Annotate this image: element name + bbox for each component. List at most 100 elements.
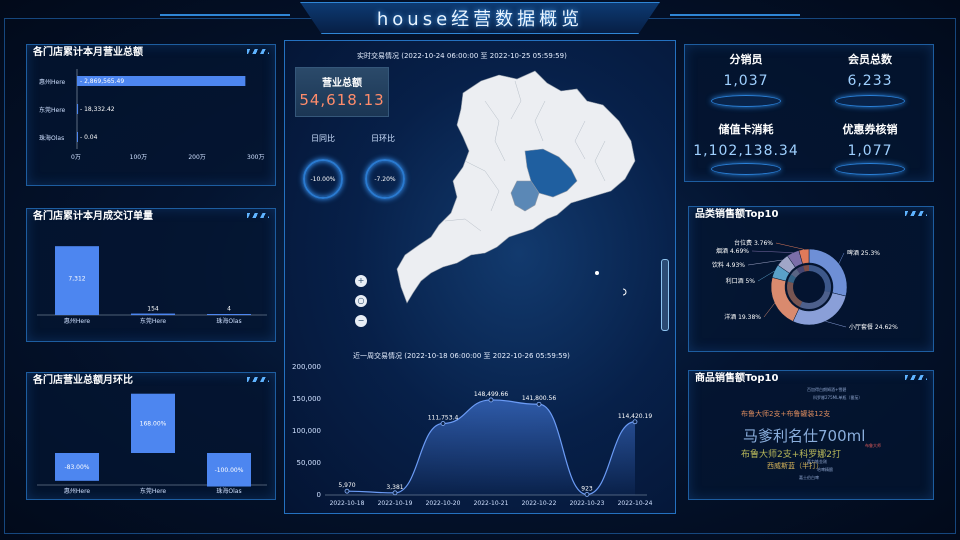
revenue-chart: 惠州Here - 2,869,565.49 东莞Here - 18,332.42 珠海O… xyxy=(39,69,264,161)
x-tick-label: 2022-10-21 xyxy=(474,500,509,507)
word-cloud-item: 科罗娜275ML单瓶（番茄） xyxy=(813,395,863,400)
member-count-value: 6,233 xyxy=(847,73,893,89)
stats-panel: 分销员 1,037 会员总数 6,233 储值卡消耗 1,102,138.34 … xyxy=(684,44,934,182)
data-label: 111,753.4 xyxy=(428,414,459,421)
data-label: 3,381 xyxy=(386,484,403,491)
bar-value-label: 168.00% xyxy=(140,420,167,427)
bar-value-label: 154 xyxy=(147,305,159,312)
category-label: 惠州Here xyxy=(39,78,66,86)
sales-count-value: 1,037 xyxy=(723,73,769,89)
week-trend-chart: 0 50,000 100,000 150,000 200,000 5,970 2022-10… xyxy=(292,363,653,507)
x-tick-label: 0万 xyxy=(71,154,81,161)
donut-slice xyxy=(792,292,847,326)
y-tick-label: 100,000 xyxy=(292,427,321,435)
orders-panel: 各门店累计本月成交订单量 7,312 惠州Here 154 东莞Here 4 珠海Olas xyxy=(26,208,276,342)
x-tick-label: 100万 xyxy=(130,154,147,161)
bar xyxy=(77,132,78,142)
y-tick-label: 200,000 xyxy=(292,363,321,371)
data-point xyxy=(344,488,350,494)
y-tick-label: 0 xyxy=(317,491,321,499)
pedestal-icon xyxy=(835,163,905,175)
label-leader-line xyxy=(775,242,804,250)
pedestal-icon xyxy=(711,163,781,175)
category-label: 珠海Olas xyxy=(39,134,64,142)
mom-panel: 各门店营业总额月环比 -83.00% 惠州Here 168.00% 东莞Here -10… xyxy=(26,372,276,500)
label-leader-line xyxy=(763,303,775,318)
bar-value-label: - 0.04 xyxy=(80,134,98,141)
word-cloud-item: 百加得白朗姆酒+雪碧 xyxy=(807,387,847,392)
slice-label: 台位费 3.76% xyxy=(734,239,773,247)
category-panel: 品类销售额Top10 啤酒 25.3% 小厅套餐 24.62% 洋酒 19.38% 利… xyxy=(688,206,934,352)
data-label: 114,420.19 xyxy=(618,413,653,420)
word-cloud-item: 马爹利名仕700ml xyxy=(743,427,866,445)
bar-value-label: - 18,332.42 xyxy=(80,106,115,113)
pedestal-icon xyxy=(835,95,905,107)
panel-stripes xyxy=(905,375,927,380)
data-point xyxy=(392,490,398,496)
sales-count-label: 分销员 xyxy=(729,53,763,66)
x-tick-label: 300万 xyxy=(247,154,264,161)
category-label: 珠海Olas xyxy=(216,487,241,495)
coupon-value: 1,077 xyxy=(847,143,893,159)
pedestal-icon xyxy=(711,95,781,107)
slice-label: 烟酒 4.69% xyxy=(716,247,749,255)
label-leader-line xyxy=(838,252,845,264)
data-label: 148,499.66 xyxy=(474,391,509,398)
x-tick-label: 2022-10-18 xyxy=(330,500,365,507)
word-cloud-item: 喜力铁金刚 xyxy=(807,459,827,464)
slice-label: 洋酒 19.38% xyxy=(724,313,761,321)
card-consume-value: 1,102,138.34 xyxy=(693,143,799,159)
x-tick-label: 200万 xyxy=(188,154,205,161)
member-count-label: 会员总数 xyxy=(848,53,892,66)
product-panel-title: 商品销售额Top10 xyxy=(695,373,779,384)
category-label: 东莞Here xyxy=(140,487,167,495)
label-leader-line xyxy=(747,259,783,266)
x-tick-label: 2022-10-20 xyxy=(426,500,461,507)
x-tick-label: 2022-10-23 xyxy=(570,500,605,507)
header-wing-left xyxy=(160,14,290,16)
bar xyxy=(131,313,175,315)
x-tick-label: 2022-10-19 xyxy=(378,500,413,507)
label-leader-line xyxy=(751,250,793,253)
data-point xyxy=(440,421,446,426)
product-panel: 商品销售额Top10 马爹利名仕700ml 布鲁大师2支+布鲁罐装12支 布鲁大师2… xyxy=(688,370,934,500)
bar-value-label: 4 xyxy=(227,306,231,313)
y-tick-label: 150,000 xyxy=(292,395,321,403)
card-consume-label: 储值卡消耗 xyxy=(718,123,774,136)
header-bar: house经营数据概览 xyxy=(300,2,660,34)
data-label: 141,800.56 xyxy=(522,395,557,402)
revenue-panel: 各门店累计本月营业总额 惠州Here - 2,869,565.49 东莞Here - … xyxy=(26,44,276,186)
data-label: 5,970 xyxy=(338,482,355,489)
slice-label: 啤酒 25.3% xyxy=(847,249,880,257)
bar xyxy=(207,314,251,315)
word-cloud-item: 布鲁大师 xyxy=(865,443,881,448)
center-panel: 实时交易情况 (2022-10-24 06:00:00 至 2022-10-25… xyxy=(284,40,676,514)
bar-value-label: - 2,869,565.49 xyxy=(80,78,124,85)
page-title: house经营数据概览 xyxy=(376,9,584,30)
category-donut-chart: 啤酒 25.3% 小厅套餐 24.62% 洋酒 19.38% 利口酒 5% 饮料 4.9… xyxy=(712,239,898,331)
category-label: 惠州Here xyxy=(64,487,91,495)
bar xyxy=(77,104,79,114)
header-wing-right xyxy=(670,14,800,16)
word-cloud-item: 布鲁大师2支+布鲁罐装12支 xyxy=(741,410,831,418)
slice-label: 利口酒 5% xyxy=(726,277,756,285)
bar-value-label: -83.00% xyxy=(64,464,89,471)
category-label: 珠海Olas xyxy=(216,317,241,325)
orders-chart: 7,312 惠州Here 154 东莞Here 4 珠海Olas xyxy=(37,246,267,325)
bar-value-label: 7,312 xyxy=(68,276,85,283)
x-tick-label: 2022-10-24 xyxy=(618,500,653,507)
bar-value-label: -100.00% xyxy=(215,467,244,474)
data-point xyxy=(536,401,542,407)
y-tick-label: 50,000 xyxy=(297,459,322,467)
data-point xyxy=(632,419,638,425)
data-point xyxy=(584,492,590,497)
word-cloud-item: 嘉士伯白啤 xyxy=(799,475,819,480)
word-cloud-item: 哈啤精酿 xyxy=(817,467,833,472)
label-leader-line xyxy=(825,321,847,328)
x-tick-label: 2022-10-22 xyxy=(522,500,557,507)
data-label: 923 xyxy=(581,485,593,492)
area-fill xyxy=(347,399,635,495)
category-label: 惠州Here xyxy=(64,317,91,325)
coupon-label: 优惠券核销 xyxy=(842,123,898,136)
category-label: 东莞Here xyxy=(140,317,167,325)
